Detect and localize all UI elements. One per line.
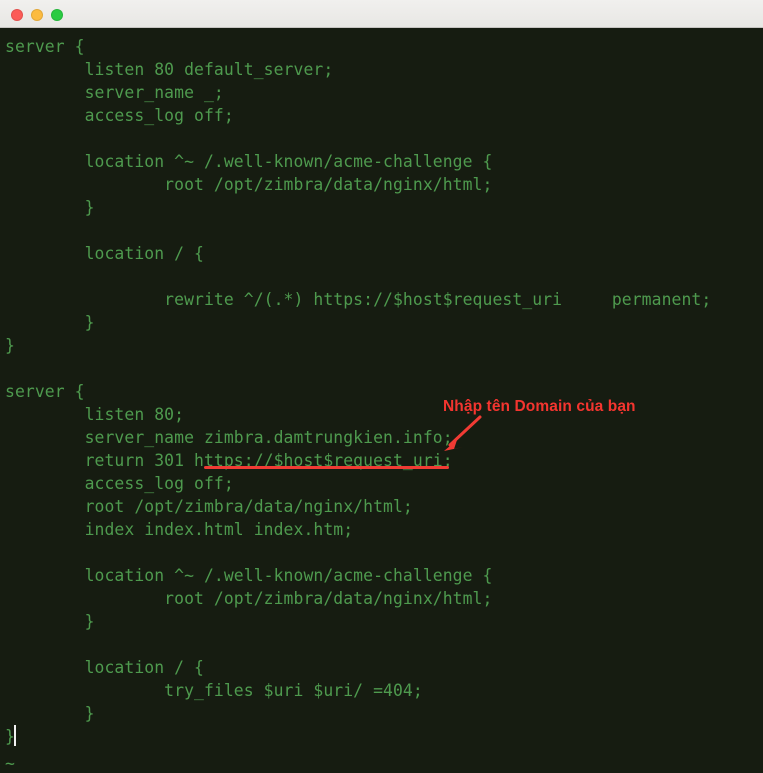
vim-empty-line-marker: ~ [5, 754, 15, 773]
text-cursor [14, 725, 16, 746]
red-arrow-annotation [444, 415, 482, 451]
minimize-button-icon[interactable] [31, 9, 43, 21]
close-button-icon[interactable] [11, 9, 23, 21]
terminal-body[interactable]: server { listen 80 default_server; serve… [0, 28, 763, 773]
window-controls [11, 9, 63, 21]
domain-underline-annotation [204, 466, 449, 469]
terminal-window: server { listen 80 default_server; serve… [0, 0, 763, 773]
domain-note-label: Nhập tên Domain của bạn [443, 398, 636, 415]
nginx-config-text: server { listen 80 default_server; serve… [5, 37, 712, 746]
maximize-button-icon[interactable] [51, 9, 63, 21]
window-titlebar[interactable] [0, 0, 763, 28]
